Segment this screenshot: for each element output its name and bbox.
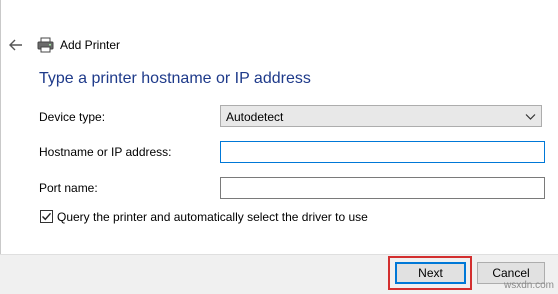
chevron-down-icon <box>525 114 536 120</box>
query-printer-label: Query the printer and automatically sele… <box>57 210 368 224</box>
footer-bar <box>0 254 558 294</box>
hostname-label: Hostname or IP address: <box>39 145 172 159</box>
device-type-value: Autodetect <box>226 110 284 124</box>
checkmark-icon <box>42 212 52 221</box>
app-title: Add Printer <box>60 38 121 52</box>
page-title: Type a printer hostname or IP address <box>39 70 311 87</box>
printer-icon <box>37 37 54 53</box>
header-bar: Add Printer <box>0 33 300 57</box>
query-printer-checkbox[interactable] <box>40 210 53 223</box>
back-button[interactable] <box>7 37 25 53</box>
back-arrow-icon <box>9 39 22 51</box>
port-name-input[interactable] <box>220 177 545 199</box>
device-type-label: Device type: <box>39 110 106 124</box>
next-button[interactable]: Next <box>395 262 466 284</box>
device-type-select[interactable]: Autodetect <box>220 105 542 127</box>
hostname-input[interactable] <box>220 141 545 163</box>
port-name-label: Port name: <box>39 181 98 195</box>
watermark: wsxdn.com <box>503 280 554 291</box>
